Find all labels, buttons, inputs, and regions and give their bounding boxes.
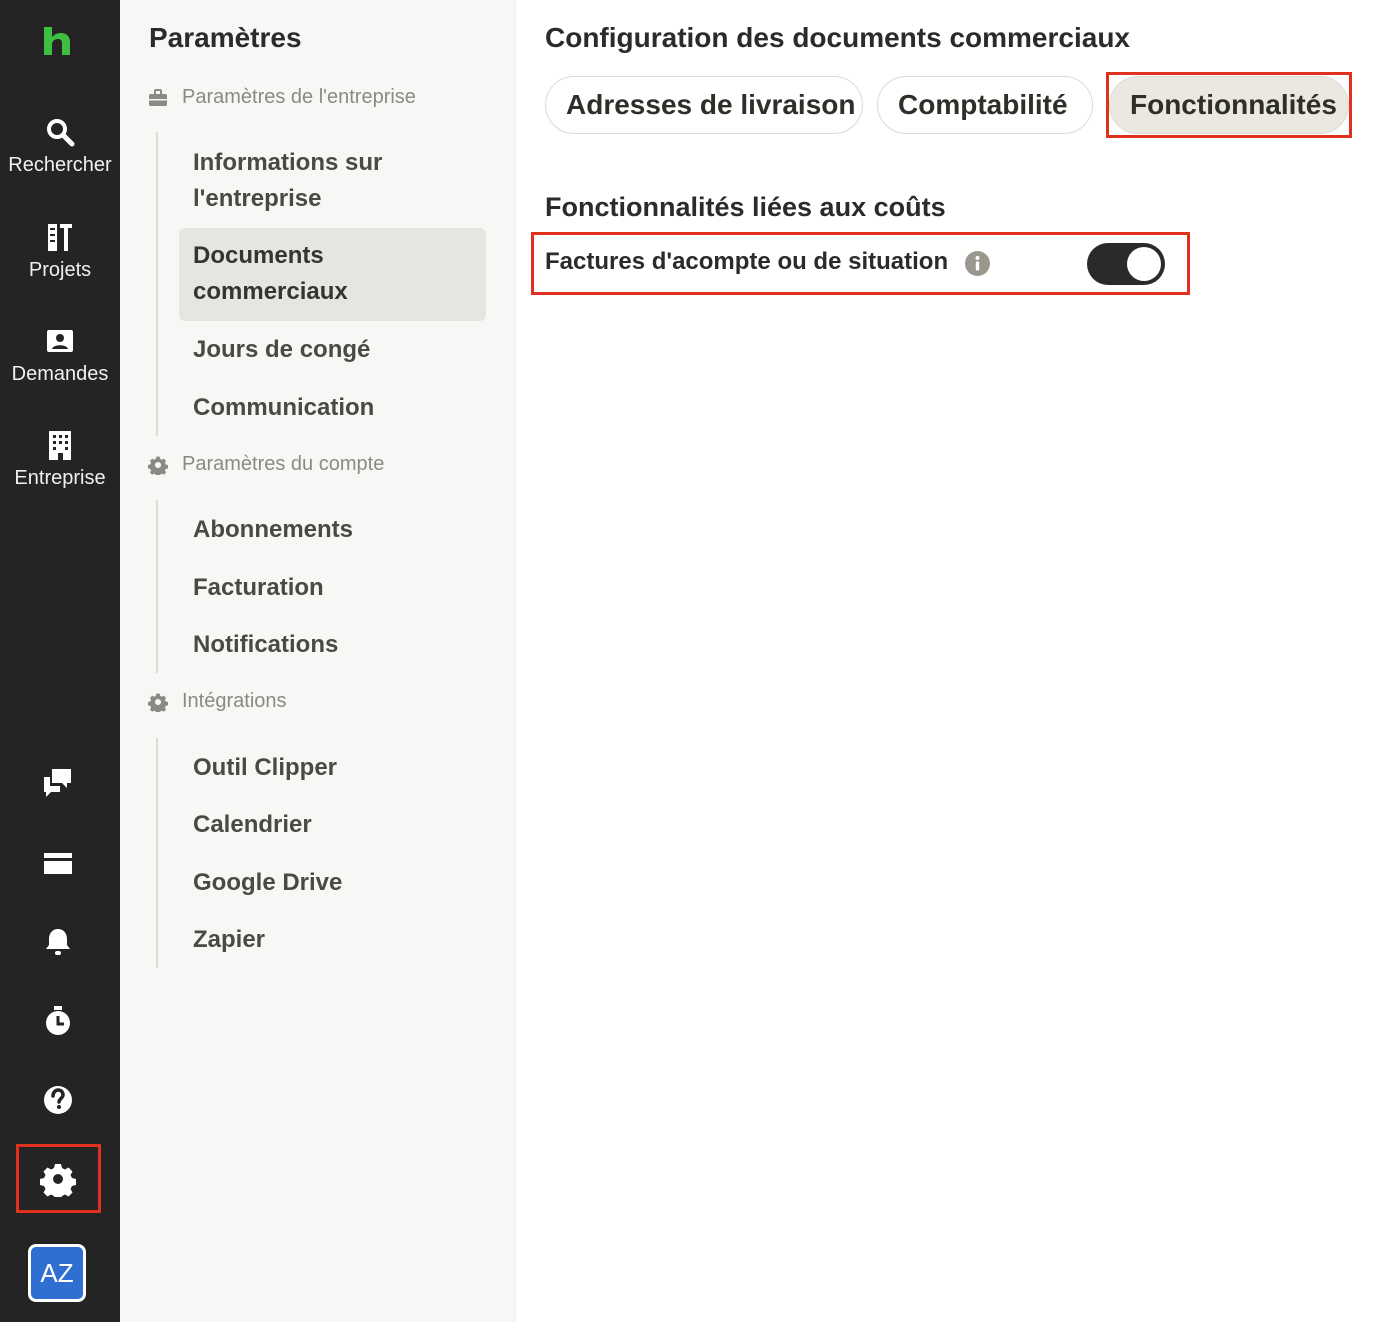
- help-icon[interactable]: [40, 1082, 76, 1118]
- chat-icon[interactable]: [40, 764, 76, 800]
- setting-label: Factures d'acompte ou de situation: [545, 248, 949, 275]
- group-company-settings: Paramètres de l'entreprise: [148, 86, 416, 109]
- briefcase-icon: [149, 88, 167, 106]
- nav-holidays[interactable]: Jours de congé: [179, 332, 486, 368]
- main-content: Configuration des documents commerciaux …: [516, 0, 1394, 1322]
- deposit-invoices-toggle[interactable]: [1087, 243, 1165, 285]
- rail-requests-label: Demandes: [11, 363, 109, 385]
- tree-line: [156, 738, 158, 968]
- section-title: Fonctionnalités liées aux coûts: [545, 192, 946, 222]
- group-company-settings-label: Paramètres de l'entreprise: [182, 86, 416, 108]
- page-title: Configuration des documents commerciaux: [545, 22, 1130, 53]
- app-rail: Rechercher Projets Demandes Entreprise A…: [0, 0, 120, 1322]
- settings-highlight-box: [16, 1144, 101, 1213]
- app-logo-icon[interactable]: [40, 24, 74, 58]
- nav-billing[interactable]: Facturation: [179, 570, 486, 606]
- search-icon: [47, 119, 75, 147]
- nav-google-drive[interactable]: Google Drive: [179, 865, 486, 901]
- inbox-icon[interactable]: [40, 845, 76, 881]
- nav-commercial-documents[interactable]: Documents commerciaux: [179, 228, 486, 321]
- building-icon: [49, 431, 71, 460]
- rail-company[interactable]: Entreprise: [0, 427, 120, 490]
- settings-sidebar: Paramètres Paramètres de l'entreprise In…: [120, 0, 516, 1322]
- tab-highlight-box: [1106, 72, 1352, 138]
- nav-subscriptions[interactable]: Abonnements: [179, 512, 486, 548]
- rail-projects-label: Projets: [28, 259, 92, 281]
- group-account-settings-label: Paramètres du compte: [182, 453, 385, 475]
- info-icon[interactable]: [965, 251, 990, 276]
- group-integrations-label: Intégrations: [182, 690, 287, 712]
- bell-icon[interactable]: [40, 924, 76, 960]
- tab-accounting[interactable]: Comptabilité: [877, 76, 1093, 134]
- gear-icon: [148, 693, 168, 712]
- tree-line: [156, 500, 158, 673]
- user-avatar[interactable]: AZ: [28, 1244, 86, 1302]
- contact-card-icon: [47, 330, 73, 352]
- rail-company-label: Entreprise: [14, 467, 106, 489]
- nav-calendar[interactable]: Calendrier: [179, 807, 486, 843]
- rail-projects[interactable]: Projets: [0, 219, 120, 282]
- sidebar-title: Paramètres: [149, 22, 302, 53]
- group-integrations: Intégrations: [148, 690, 287, 713]
- nav-clipper-tool[interactable]: Outil Clipper: [179, 750, 486, 786]
- tab-delivery-addresses[interactable]: Adresses de livraison: [545, 76, 863, 134]
- nav-company-info[interactable]: Informations sur l'entreprise: [179, 145, 486, 217]
- toggle-knob: [1127, 247, 1161, 281]
- nav-notifications[interactable]: Notifications: [179, 627, 486, 663]
- rail-search-label: Rechercher: [8, 154, 112, 176]
- rail-search[interactable]: Rechercher: [0, 114, 120, 177]
- gear-icon: [148, 456, 168, 475]
- group-account-settings: Paramètres du compte: [148, 453, 384, 476]
- nav-communication[interactable]: Communication: [179, 390, 486, 426]
- rail-requests[interactable]: Demandes: [0, 323, 120, 386]
- projects-icon: [48, 224, 72, 251]
- nav-zapier[interactable]: Zapier: [179, 922, 486, 958]
- tree-line: [156, 132, 158, 436]
- timer-icon[interactable]: [40, 1003, 76, 1039]
